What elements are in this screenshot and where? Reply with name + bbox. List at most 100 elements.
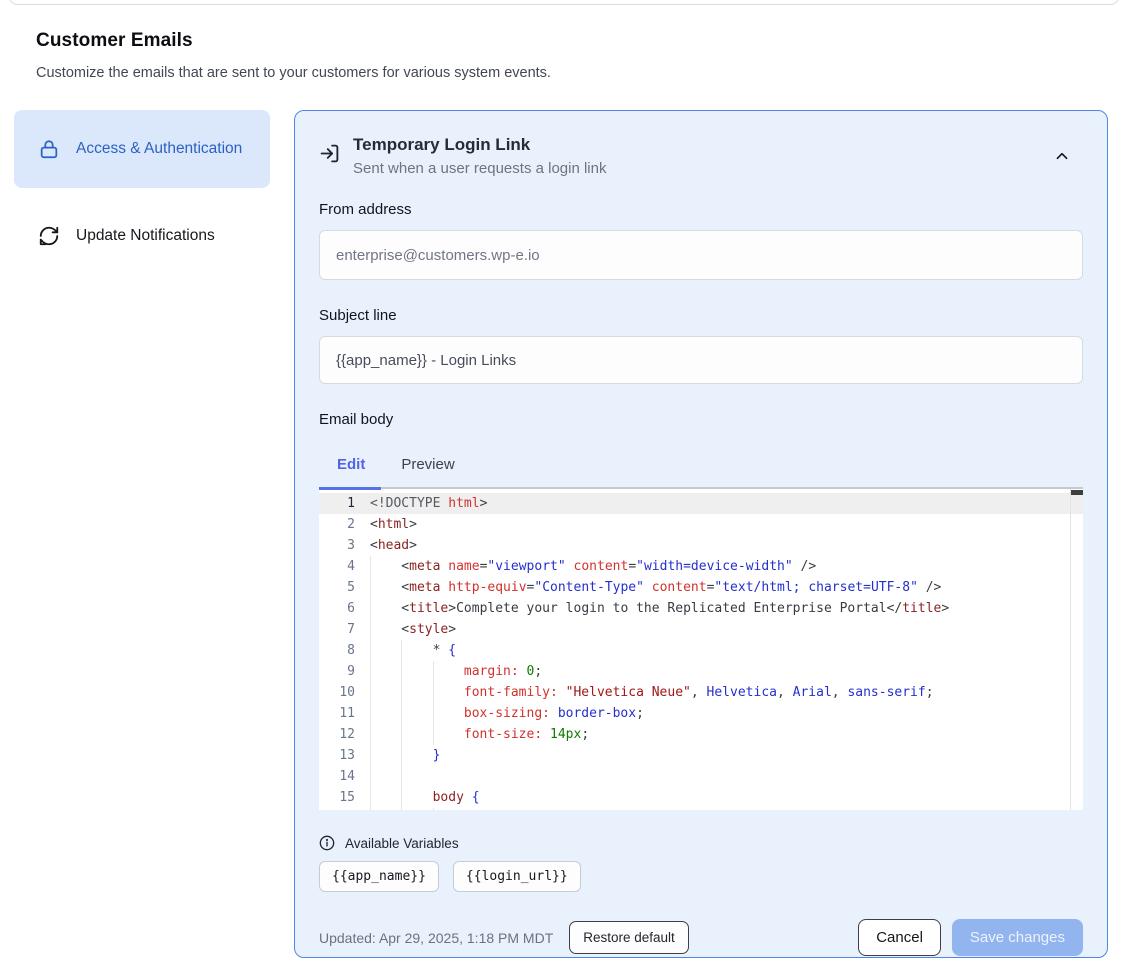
line-number: 12 (331, 724, 355, 745)
indent-guide (370, 661, 401, 682)
page-title: Customer Emails (36, 30, 1096, 52)
code-line: 11box-sizing: border-box; (319, 703, 1083, 724)
from-address-input[interactable] (319, 230, 1083, 280)
variable-chips: {{app_name}} {{login_url}} (319, 861, 1083, 892)
line-number: 11 (331, 703, 355, 724)
sidebar-item-label: Access & Authentication (76, 137, 242, 161)
code-line: 8* { (319, 640, 1083, 661)
indent-guide (401, 808, 432, 810)
indent-guide (370, 598, 401, 619)
page-header: Customer Emails Customize the emails tha… (36, 30, 1096, 81)
code-line: 15body { (319, 787, 1083, 808)
editor-scrollbar-track[interactable] (1070, 489, 1083, 810)
cancel-button[interactable]: Cancel (858, 919, 941, 956)
section-title: Temporary Login Link (353, 135, 606, 155)
line-number: 5 (331, 577, 355, 598)
code-line: 14 (319, 766, 1083, 787)
indent-guide (401, 703, 432, 724)
indent-guide (401, 745, 432, 766)
line-number: 6 (331, 598, 355, 619)
line-number: 13 (331, 745, 355, 766)
subject-line-label: Subject line (319, 307, 1083, 324)
sidebar-item-access-authentication[interactable]: Access & Authentication (14, 110, 270, 188)
restore-default-button[interactable]: Restore default (569, 921, 689, 954)
indent-guide (401, 640, 432, 661)
settings-sidebar: Access & Authentication Update Notificat… (14, 110, 270, 262)
indent-guide (370, 745, 401, 766)
code-line: 4<meta name="viewport" content="width=de… (319, 556, 1083, 577)
from-address-label: From address (319, 201, 1083, 218)
indent-guide (401, 766, 432, 787)
indent-guide (370, 808, 401, 810)
code-editor[interactable]: 1<!DOCTYPE html>2<html>3<head>4<meta nam… (319, 487, 1083, 810)
save-changes-button[interactable]: Save changes (952, 919, 1083, 956)
indent-guide (370, 766, 401, 787)
sidebar-item-update-notifications[interactable]: Update Notifications (14, 210, 270, 262)
indent-guide (370, 640, 401, 661)
line-number: 4 (331, 556, 355, 577)
line-number: 3 (331, 535, 355, 556)
info-icon (319, 835, 335, 851)
refresh-icon (38, 225, 60, 247)
page-subtitle: Customize the emails that are sent to yo… (36, 65, 1096, 81)
indent-guide (370, 787, 401, 808)
line-number: 7 (331, 619, 355, 640)
subject-line-input[interactable] (319, 336, 1083, 384)
code-editor-content: 1<!DOCTYPE html>2<html>3<head>4<meta nam… (319, 489, 1083, 810)
line-number: 16 (331, 808, 355, 810)
available-variables-label: Available Variables (345, 836, 459, 851)
log-in-icon (319, 143, 340, 164)
line-number: 1 (331, 493, 355, 514)
indent-guide (433, 724, 464, 745)
tab-edit[interactable]: Edit (319, 444, 383, 487)
tab-preview[interactable]: Preview (383, 444, 472, 487)
indent-guide (433, 703, 464, 724)
line-number: 10 (331, 682, 355, 703)
indent-guide (401, 724, 432, 745)
sidebar-item-label: Update Notifications (76, 224, 215, 248)
available-variables-row: Available Variables (319, 835, 1083, 851)
code-line: 2<html> (319, 514, 1083, 535)
line-number: 15 (331, 787, 355, 808)
code-line: 13} (319, 745, 1083, 766)
lock-icon (38, 138, 60, 160)
indent-guide (370, 703, 401, 724)
indent-guide (370, 724, 401, 745)
email-body-label: Email body (319, 411, 1083, 428)
editor-tabs: Edit Preview (319, 444, 1083, 487)
indent-guide (433, 682, 464, 703)
updated-timestamp: Updated: Apr 29, 2025, 1:18 PM MDT (319, 930, 553, 946)
indent-guide (370, 556, 401, 577)
indent-guide (401, 787, 432, 808)
line-number: 2 (331, 514, 355, 535)
code-line: 6<title>Complete your login to the Repli… (319, 598, 1083, 619)
code-line: 7<style> (319, 619, 1083, 640)
code-line: 16background-color: #f8f8f8; (319, 808, 1083, 810)
line-number: 8 (331, 640, 355, 661)
indent-guide (370, 682, 401, 703)
indent-guide (433, 808, 464, 810)
indent-guide (401, 682, 432, 703)
panel-footer: Updated: Apr 29, 2025, 1:18 PM MDT Resto… (319, 919, 1083, 956)
code-line: 3<head> (319, 535, 1083, 556)
active-tab-underline (319, 487, 381, 490)
line-number: 14 (331, 766, 355, 787)
indent-guide (401, 661, 432, 682)
variable-chip-app-name[interactable]: {{app_name}} (319, 861, 439, 892)
previous-card-edge (8, 0, 1120, 5)
code-line: 12font-size: 14px; (319, 724, 1083, 745)
code-line: 9margin: 0; (319, 661, 1083, 682)
panel-header: Temporary Login Link Sent when a user re… (319, 135, 1083, 177)
line-number: 9 (331, 661, 355, 682)
editor-scrollbar-thumb[interactable] (1071, 490, 1083, 495)
indent-guide (370, 619, 401, 640)
email-settings-panel: Temporary Login Link Sent when a user re… (294, 110, 1108, 958)
chevron-up-icon[interactable] (1051, 145, 1073, 167)
code-line: 10font-family: "Helvetica Neue", Helveti… (319, 682, 1083, 703)
variable-chip-login-url[interactable]: {{login_url}} (453, 861, 581, 892)
email-body-editor-block: Edit Preview 1<!DOCTYPE html>2<html>3<he… (319, 444, 1083, 810)
indent-guide (370, 577, 401, 598)
section-subtitle: Sent when a user requests a login link (353, 160, 606, 177)
code-line: 5<meta http-equiv="Content-Type" content… (319, 577, 1083, 598)
indent-guide (433, 661, 464, 682)
